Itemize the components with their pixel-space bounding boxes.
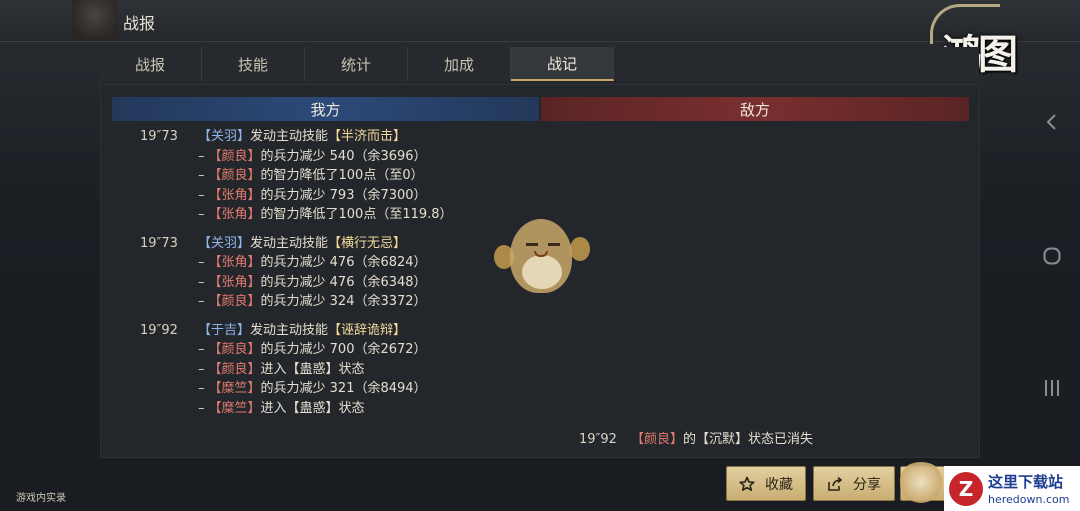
tab-skills[interactable]: 技能	[202, 47, 305, 81]
effect-text: 的兵力减少 324（余3372）	[260, 294, 427, 309]
skill-name: 【横行无忌】	[328, 235, 407, 251]
effect-text: 的智力降低了100点（至119.8）	[260, 207, 453, 222]
site-logo: Z	[949, 472, 983, 506]
enemy-side-header: 敌方	[541, 97, 969, 121]
favorite-button[interactable]: 收藏	[726, 466, 806, 501]
favorite-label: 收藏	[765, 476, 793, 493]
effect-text: 的兵力减少 321（余8494）	[260, 381, 427, 396]
log-entry-head: 19″73 【关羽】发动主动技能【半济而击】	[140, 127, 560, 147]
tab-battle-log[interactable]: 战记	[511, 47, 614, 81]
target-name: 【颜良】	[208, 168, 261, 183]
target-name: 【糜竺】	[208, 400, 261, 416]
effect-text: 的兵力减少 476（余6824）	[260, 255, 427, 270]
log-time: 19″92	[579, 432, 617, 447]
effect-text: 的兵力减少 700（余2672）	[260, 342, 427, 357]
tab-bar: 战报 技能 统计 加成 战记	[99, 47, 979, 81]
share-icon	[828, 476, 843, 491]
log-effect: – 【颜良】的智力降低了100点（至0）	[198, 168, 424, 183]
site-title: 这里下载站	[988, 473, 1064, 491]
target-name: 【糜竺】	[208, 381, 261, 396]
log-effect: – 【颜良】进入【蛊惑】状态	[198, 361, 365, 377]
target-name: 【张角】	[208, 255, 261, 270]
footer-note: 游戏内实录	[16, 493, 66, 504]
share-button[interactable]: 分享	[813, 466, 895, 501]
target-name: 【颜良】	[208, 342, 261, 357]
target-name: 【颜良】	[631, 432, 684, 447]
page-title: 战报	[123, 14, 156, 33]
log-action: 发动主动技能	[250, 235, 329, 251]
effect-text: 进入【蛊惑】状态	[260, 361, 365, 377]
tab-battle-report[interactable]: 战报	[99, 47, 202, 81]
our-side-header: 我方	[112, 97, 539, 121]
log-action: 发动主动技能	[250, 322, 329, 338]
skill-name: 【诬辞诡辩】	[328, 322, 407, 338]
log-entry-head: 19″92 【于吉】发动主动技能【诬辞诡辩】	[140, 321, 560, 341]
effect-text: 的兵力减少 793（余7300）	[260, 187, 427, 203]
top-bar: 战报	[0, 0, 1080, 42]
hero-name: 【关羽】	[198, 129, 251, 144]
mascot-watermark	[492, 215, 590, 297]
target-name: 【张角】	[208, 187, 261, 203]
bars-icon[interactable]	[1042, 378, 1062, 398]
target-name: 【颜良】	[208, 148, 261, 164]
star-icon	[739, 476, 755, 491]
log-effect: – 【糜竺】的兵力减少 321（余8494）	[198, 381, 427, 396]
log-time: 19″92	[140, 322, 178, 338]
effect-text: 的兵力减少 540（余3696）	[260, 148, 427, 164]
skill-name: 【半济而击】	[328, 129, 407, 144]
target-name: 【张角】	[208, 207, 261, 222]
target-name: 【颜良】	[208, 361, 261, 377]
target-name: 【张角】	[208, 274, 261, 290]
enemy-side-log: 19″92 【颜良】的【沉默】状态已消失	[579, 428, 813, 447]
share-label: 分享	[853, 476, 881, 493]
log-effect: – 【张角】的兵力减少 793（余7300）	[198, 187, 427, 203]
target-name: 【颜良】	[208, 294, 261, 309]
effect-text: 的【沉默】状态已消失	[683, 432, 814, 447]
log-time: 19″73	[140, 129, 178, 144]
effect-text: 进入【蛊惑】状态	[260, 400, 365, 416]
hero-name: 【关羽】	[198, 235, 251, 251]
effect-text: 的兵力减少 476（余6348）	[260, 274, 427, 290]
effect-text: 的智力降低了100点（至0）	[260, 168, 424, 183]
hero-name: 【于吉】	[198, 322, 251, 338]
log-effect: – 【颜良】的兵力减少 700（余2672）	[198, 342, 427, 357]
log-effect: – 【糜竺】进入【蛊惑】状态	[198, 400, 365, 416]
log-effect: – 【颜良】的兵力减少 540（余3696）	[198, 148, 427, 164]
log-time: 19″73	[140, 235, 178, 251]
site-watermark: Z 这里下载站 heredown.com	[944, 466, 1080, 511]
general-portrait	[72, 0, 118, 40]
chevron-left-icon[interactable]	[1042, 112, 1062, 132]
log-action: 发动主动技能	[250, 129, 329, 144]
tab-bonus[interactable]: 加成	[408, 47, 511, 81]
tab-statistics[interactable]: 统计	[305, 47, 408, 81]
mascot-mini-icon	[896, 462, 946, 506]
site-url: heredown.com	[988, 493, 1070, 506]
circle-icon[interactable]	[1042, 246, 1062, 266]
